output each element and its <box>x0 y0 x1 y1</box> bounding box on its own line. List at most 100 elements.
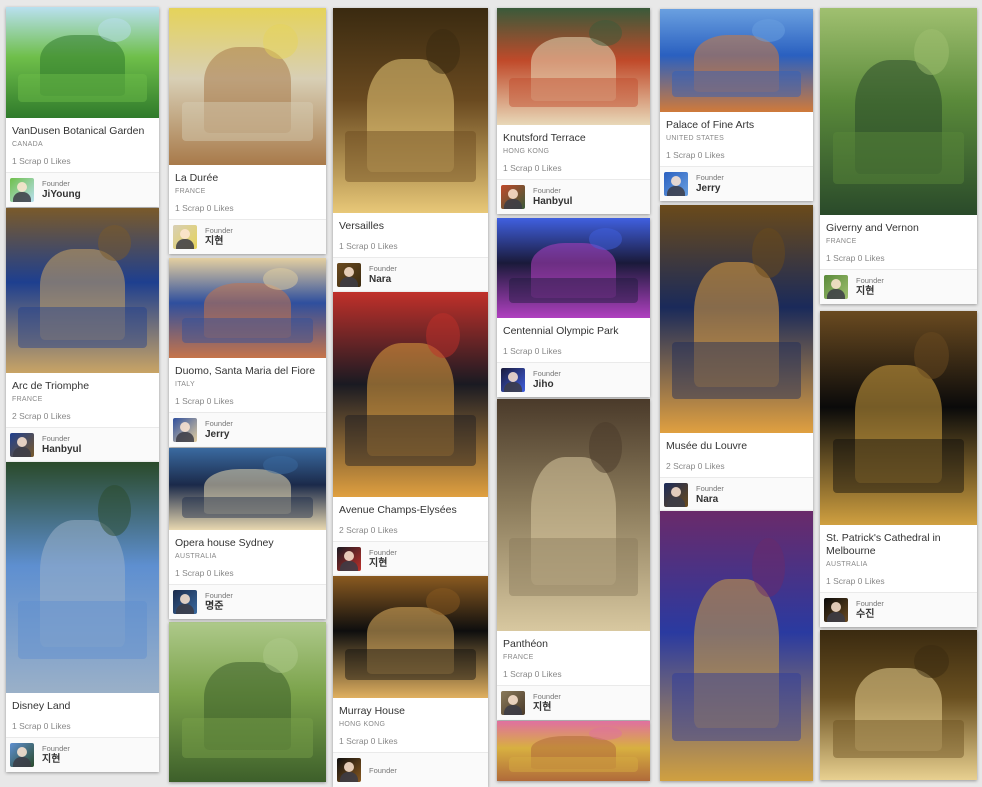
arch-photo[interactable] <box>6 208 159 373</box>
place-title[interactable]: La Durée <box>175 172 320 185</box>
pin-card[interactable]: Arc de Triomphe FRANCE 2 Scrap 0 Likes Foun… <box>6 208 159 462</box>
like-count[interactable]: 0 Likes <box>207 203 234 213</box>
lily-pond-photo[interactable] <box>820 8 977 215</box>
founder-name[interactable]: 명준 <box>205 600 233 613</box>
pin-card[interactable]: Versailles 1 Scrap 0 Likes Founder Nara <box>333 8 488 292</box>
avatar[interactable] <box>501 368 525 392</box>
avatar[interactable] <box>824 598 848 622</box>
avatar[interactable] <box>173 590 197 614</box>
like-count[interactable]: 0 Likes <box>44 721 71 731</box>
founder-row[interactable]: Founder Jerry <box>660 166 813 201</box>
macaron-photo[interactable] <box>497 721 650 781</box>
place-title[interactable]: Avenue Champs-Elysées <box>339 504 482 517</box>
avatar[interactable] <box>337 758 361 782</box>
stained-glass-photo[interactable] <box>660 511 813 781</box>
founder-row[interactable]: Founder 지현 <box>497 685 650 720</box>
scrap-count[interactable]: 1 Scrap <box>826 576 855 586</box>
avatar[interactable] <box>10 433 34 457</box>
pin-card[interactable] <box>169 622 326 782</box>
founder-row[interactable]: Founder 명준 <box>169 584 326 619</box>
pin-card[interactable]: Duomo, Santa Maria del Fiore ITALY 1 Scrap… <box>169 258 326 447</box>
pin-card[interactable]: Knutsford Terrace HONG KONG 1 Scrap 0 Like… <box>497 8 650 214</box>
like-count[interactable]: 0 Likes <box>858 253 885 263</box>
pin-card[interactable]: Opera house Sydney AUSTRALIA 1 Scrap 0 Lik… <box>169 448 326 619</box>
like-count[interactable]: 0 Likes <box>858 576 885 586</box>
scrap-count[interactable]: 2 Scrap <box>666 461 695 471</box>
scrap-count[interactable]: 1 Scrap <box>503 163 532 173</box>
like-count[interactable]: 0 Likes <box>44 156 71 166</box>
founder-row[interactable]: Founder 지현 <box>820 269 977 304</box>
like-count[interactable]: 0 Likes <box>698 461 725 471</box>
willow-photo[interactable] <box>169 622 326 782</box>
founder-name[interactable]: 지현 <box>42 753 70 766</box>
chandelier-photo[interactable] <box>820 630 977 780</box>
scrap-count[interactable]: 1 Scrap <box>666 150 695 160</box>
like-count[interactable]: 0 Likes <box>535 163 562 173</box>
terrace-photo[interactable] <box>497 8 650 125</box>
pin-card[interactable]: Avenue Champs-Elysées 2 Scrap 0 Likes Foun… <box>333 292 488 576</box>
pin-card[interactable]: Disney Land 1 Scrap 0 Likes Founder 지현 <box>6 462 159 772</box>
pin-card[interactable] <box>820 630 977 780</box>
pin-card[interactable]: Panthéon FRANCE 1 Scrap 0 Likes Founder 지현 <box>497 399 650 720</box>
founder-name[interactable]: Nara <box>696 493 724 506</box>
avatar[interactable] <box>664 172 688 196</box>
scrap-count[interactable]: 2 Scrap <box>339 525 368 535</box>
avatar[interactable] <box>337 263 361 287</box>
louvre-photo[interactable] <box>660 205 813 433</box>
place-title[interactable]: Duomo, Santa Maria del Fiore <box>175 365 320 378</box>
founder-row[interactable]: Founder 지현 <box>333 541 488 576</box>
like-count[interactable]: 0 Likes <box>371 736 398 746</box>
garden-photo[interactable] <box>6 7 159 118</box>
dome-interior-photo[interactable] <box>497 399 650 631</box>
fountain-photo[interactable] <box>497 218 650 318</box>
founder-name[interactable]: 지현 <box>369 557 397 570</box>
night-avenue-photo[interactable] <box>333 292 488 497</box>
palace-photo[interactable] <box>660 9 813 112</box>
duomo-photo[interactable] <box>169 258 326 358</box>
founder-name[interactable]: 지현 <box>856 285 884 298</box>
scrap-count[interactable]: 1 Scrap <box>339 241 368 251</box>
pin-card[interactable] <box>497 721 650 781</box>
scrap-count[interactable]: 1 Scrap <box>826 253 855 263</box>
like-count[interactable]: 0 Likes <box>371 241 398 251</box>
scrap-count[interactable]: 1 Scrap <box>12 156 41 166</box>
scrap-count[interactable]: 1 Scrap <box>175 396 204 406</box>
scrap-count[interactable]: 1 Scrap <box>503 346 532 356</box>
founder-row[interactable]: Founder Hanbyul <box>6 427 159 462</box>
like-count[interactable]: 0 Likes <box>207 568 234 578</box>
founder-row[interactable]: Founder 지현 <box>6 737 159 772</box>
avatar[interactable] <box>10 743 34 767</box>
pin-card[interactable]: Musée du Louvre 2 Scrap 0 Likes Founder Nar… <box>660 205 813 512</box>
founder-name[interactable]: JiYoung <box>42 188 81 201</box>
avatar[interactable] <box>173 225 197 249</box>
founder-row[interactable]: Founder <box>333 752 488 787</box>
founder-row[interactable]: Founder Nara <box>333 257 488 292</box>
avatar[interactable] <box>824 275 848 299</box>
founder-row[interactable]: Founder 지현 <box>169 219 326 254</box>
founder-name[interactable]: Hanbyul <box>533 195 572 208</box>
place-title[interactable]: Arc de Triomphe <box>12 380 153 393</box>
founder-row[interactable]: Founder Hanbyul <box>497 179 650 214</box>
like-count[interactable]: 0 Likes <box>535 669 562 679</box>
founder-name[interactable]: 지현 <box>205 235 233 248</box>
pin-card[interactable]: Murray House HONG KONG 1 Scrap 0 Likes Foun… <box>333 576 488 787</box>
castle-photo[interactable] <box>6 462 159 693</box>
chandelier-photo[interactable] <box>333 8 488 213</box>
place-title[interactable]: Versailles <box>339 220 482 233</box>
opera-house-photo[interactable] <box>169 448 326 530</box>
like-count[interactable]: 0 Likes <box>535 346 562 356</box>
founder-row[interactable]: Founder 수진 <box>820 592 977 627</box>
like-count[interactable]: 0 Likes <box>207 396 234 406</box>
cathedral-photo[interactable] <box>820 311 977 525</box>
founder-name[interactable]: Jerry <box>696 182 724 195</box>
scrap-count[interactable]: 2 Scrap <box>12 411 41 421</box>
pin-card[interactable]: Centennial Olympic Park 1 Scrap 0 Likes Fo… <box>497 218 650 397</box>
founder-row[interactable]: Founder Jiho <box>497 362 650 397</box>
founder-name[interactable]: 수진 <box>856 608 884 621</box>
place-title[interactable]: Centennial Olympic Park <box>503 325 644 338</box>
macaron-photo[interactable] <box>169 8 326 165</box>
founder-row[interactable]: Founder JiYoung <box>6 172 159 207</box>
avatar[interactable] <box>664 483 688 507</box>
avatar[interactable] <box>501 185 525 209</box>
pin-card[interactable]: Palace of Fine Arts UNITED STATES 1 Scrap … <box>660 9 813 201</box>
